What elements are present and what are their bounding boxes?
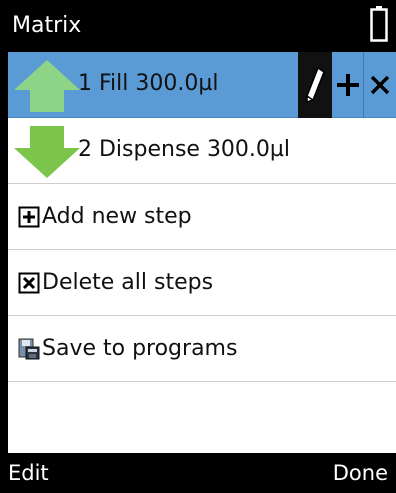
menu-label: Delete all steps [42,270,214,295]
screen-title: Matrix [12,13,82,38]
delete-step-button[interactable] [364,52,396,118]
done-softkey[interactable]: Done [333,461,388,485]
pencil-icon [306,66,325,104]
device-screen: Matrix 1 Fill 300.0µl 2 Dispense 300.0µl… [0,0,396,493]
add-step-button[interactable] [332,52,364,118]
add-new-step-item[interactable]: Add new step [8,184,396,250]
x-box-icon [18,272,40,293]
close-icon [370,75,390,95]
battery-icon [370,6,388,42]
step-label: 2 Dispense 300.0µl [78,137,291,162]
delete-all-steps-item[interactable]: Delete all steps [8,250,396,316]
save-to-programs-item[interactable]: Save to programs [8,316,396,382]
menu-label: Add new step [42,204,192,229]
floppy-save-icon [18,338,40,359]
step-label: 1 Fill 300.0µl [78,71,219,96]
menu-label: Save to programs [42,336,238,361]
arrow-down-icon [14,126,80,178]
step-row-1[interactable]: 1 Fill 300.0µl [8,52,396,118]
arrow-up-icon [14,60,80,112]
edit-softkey[interactable]: Edit [8,461,49,485]
edit-step-button[interactable] [298,52,332,118]
plus-icon [336,74,359,96]
step-row-2[interactable]: 2 Dispense 300.0µl [8,118,396,184]
step-actions [298,52,396,118]
softkey-bar: Edit Done [0,453,396,493]
plus-box-icon [18,206,40,227]
step-list: 1 Fill 300.0µl 2 Dispense 300.0µl Add ne… [8,52,396,453]
title-bar: Matrix [0,0,396,52]
